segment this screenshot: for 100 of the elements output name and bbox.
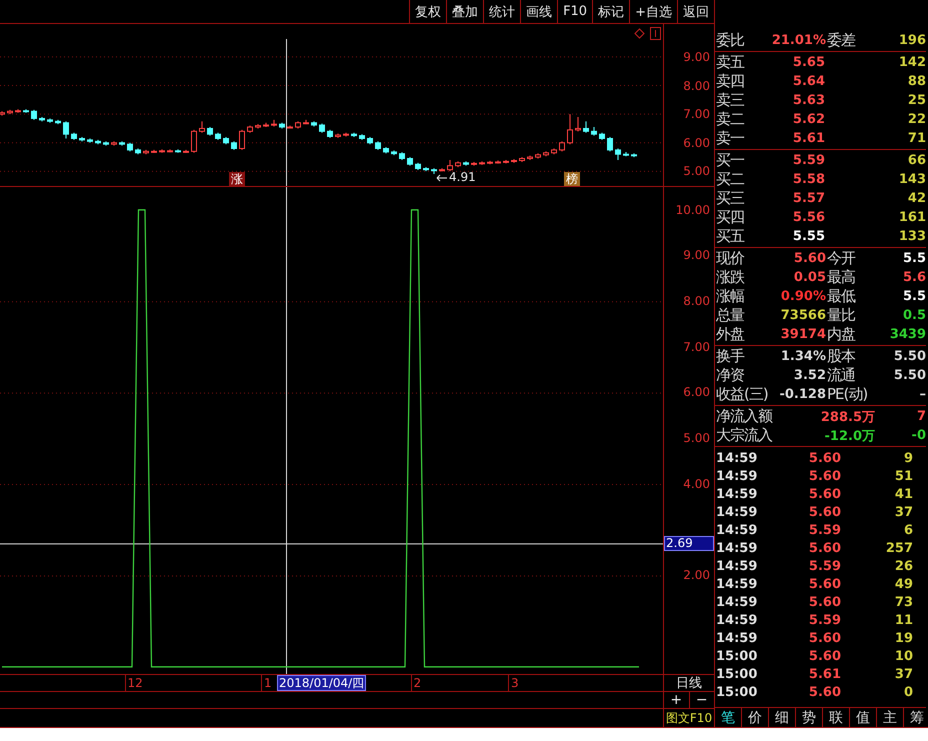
field-label: PE(动): [826, 385, 868, 404]
bid-label: 买五: [715, 227, 744, 246]
ask-label: 卖三: [715, 91, 744, 110]
diamond-icon[interactable]: [634, 28, 645, 39]
axis-label: 5.00: [683, 163, 710, 180]
field-value: 21.01%: [772, 33, 826, 48]
bid-volume: 133: [898, 229, 926, 244]
field-label: 收益(三): [715, 385, 768, 404]
trade-time: 14:59: [715, 486, 758, 502]
cursor-date-label: 2018/01/04/四: [277, 675, 366, 692]
bid-volume: 66: [908, 153, 926, 168]
trade-time: 14:59: [715, 594, 758, 610]
bid-label: 买一: [715, 151, 744, 170]
field-value: 5.6: [902, 270, 926, 285]
trade-volume: 6: [904, 522, 913, 538]
trade-volume: 26: [894, 558, 913, 574]
ask-label: 卖一: [715, 129, 744, 148]
field-value: -0: [912, 428, 926, 443]
axis-label: 7.00: [683, 338, 710, 355]
candlestick: [559, 140, 565, 152]
candlestick: [575, 116, 581, 132]
field-label: 大宗流入: [715, 426, 772, 445]
field-value: 5.50: [894, 349, 926, 364]
trade-time: 14:59: [715, 612, 758, 628]
axis-label: 12: [124, 675, 143, 692]
period-label[interactable]: 日线: [676, 674, 702, 692]
chart-marker[interactable]: 榜: [564, 172, 580, 186]
trade-volume: 11: [894, 612, 913, 628]
low-price-label: 4.91: [449, 170, 476, 185]
field-label: 流通: [826, 366, 855, 385]
ask-price: 5.64: [792, 74, 825, 89]
trade-volume: 9: [904, 450, 913, 466]
ask-volume: 142: [898, 55, 926, 70]
axis-label: 3: [508, 675, 519, 692]
axis-label: 1: [261, 675, 272, 692]
trade-price: 5.60: [808, 594, 841, 610]
ask-volume: 25: [908, 93, 926, 108]
axis-label: 7.00: [683, 106, 710, 122]
trade-time: 14:59: [715, 630, 758, 646]
trade-price: 5.60: [808, 540, 841, 556]
bid-price: 5.58: [792, 172, 825, 187]
cursor-value-label: 2.69: [664, 536, 714, 551]
trade-price: 5.60: [808, 684, 841, 700]
field-label: 最低: [826, 287, 855, 306]
field-label: 涨跌: [715, 268, 744, 287]
axis-label: 4.00: [683, 476, 710, 492]
trade-time: 15:00: [715, 684, 758, 700]
field-value: 288.5万: [820, 408, 875, 426]
ask-label: 卖五: [715, 53, 744, 72]
axis-label: 6.00: [683, 134, 710, 151]
ask-label: 卖二: [715, 110, 744, 129]
axis-label: 9.00: [683, 48, 710, 65]
field-label: 换手: [715, 347, 744, 366]
field-label: 今开: [826, 249, 855, 268]
trade-price: 5.59: [808, 522, 841, 538]
f10-button[interactable]: 图文F10: [666, 710, 712, 726]
axis-label: 9.00: [683, 247, 710, 264]
field-value: 196: [898, 33, 926, 48]
trade-price: 5.60: [808, 468, 841, 484]
field-label: 净流入额: [715, 407, 772, 426]
panel-icon[interactable]: [650, 27, 661, 40]
field-value: -0.128: [779, 387, 826, 402]
trade-volume: 41: [894, 486, 913, 502]
trade-volume: 19: [894, 630, 913, 646]
bid-label: 买二: [715, 170, 744, 189]
field-label: 量比: [826, 306, 855, 325]
trade-time: 14:59: [715, 450, 758, 466]
bid-price: 5.57: [792, 191, 825, 206]
axis-label: 5.00: [683, 430, 710, 446]
field-value: 1.34%: [780, 349, 826, 364]
field-value: 5.5: [902, 251, 926, 266]
field-label: 委差: [826, 31, 855, 50]
field-value: 73566: [780, 308, 826, 323]
candlestick: [239, 129, 245, 150]
trade-price: 5.60: [808, 450, 841, 466]
trade-time: 14:59: [715, 540, 758, 556]
candlestick: [31, 109, 37, 120]
ask-price: 5.62: [792, 112, 825, 127]
field-value: 5.60: [794, 251, 826, 266]
trade-price: 5.60: [808, 504, 841, 520]
axis-label: 8.00: [683, 78, 710, 94]
trade-volume: 10: [894, 648, 913, 664]
bid-volume: 161: [898, 210, 926, 225]
chart-marker[interactable]: 涨: [229, 172, 245, 186]
trade-volume: 49: [894, 576, 913, 592]
trade-volume: 0: [904, 684, 913, 700]
trade-price: 5.59: [808, 612, 841, 628]
bid-label: 买四: [715, 208, 744, 227]
axis-label: 6.00: [683, 384, 710, 400]
field-label: 委比: [715, 31, 744, 50]
trade-time: 14:59: [715, 558, 758, 574]
field-value: -12.0万: [824, 428, 875, 444]
field-value: 5.50: [894, 368, 926, 383]
trade-time: 15:00: [715, 648, 758, 664]
field-label: 现价: [715, 249, 744, 268]
field-value: 0.5: [902, 308, 926, 323]
field-value: 0.05: [794, 270, 826, 285]
trade-time: 15:00: [715, 666, 758, 682]
trade-volume: 51: [894, 468, 913, 484]
candlestick: [583, 120, 589, 134]
